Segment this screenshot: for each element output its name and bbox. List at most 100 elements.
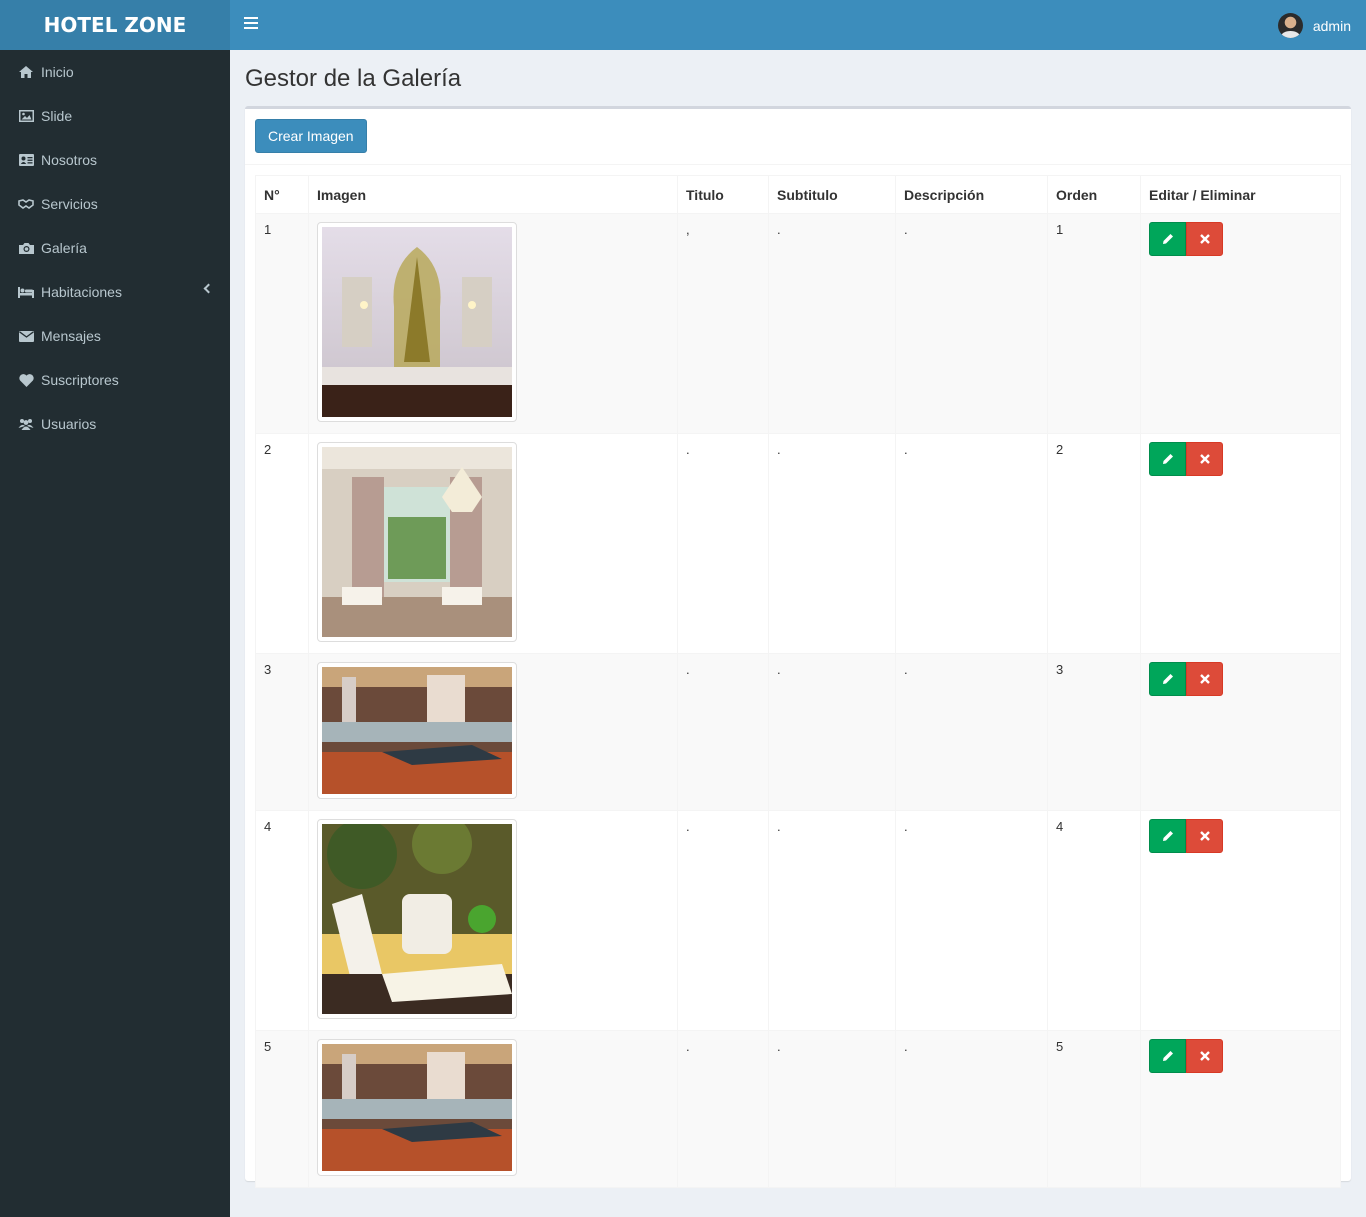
table-row: 2 . . . 2 xyxy=(255,433,1341,654)
cell-actions xyxy=(1140,810,1341,1031)
cell-title: . xyxy=(677,433,769,654)
table-row: 4 . . . 4 xyxy=(255,810,1341,1031)
sidebar-item-label: Inicio xyxy=(41,64,74,80)
cell-image xyxy=(308,433,678,654)
cell-actions xyxy=(1140,213,1341,434)
menu-toggle-icon[interactable] xyxy=(244,17,258,31)
cell-subtitle: . xyxy=(768,1030,896,1188)
sidebar-item-galeria[interactable]: Galería xyxy=(0,226,230,270)
delete-button[interactable] xyxy=(1186,819,1223,853)
close-icon xyxy=(1199,674,1210,684)
sidebar-item-usuarios[interactable]: Usuarios xyxy=(0,402,230,446)
cell-order: 5 xyxy=(1047,1030,1141,1188)
table-row: 5 . . . 5 xyxy=(255,1030,1341,1188)
edit-button[interactable] xyxy=(1149,222,1186,256)
cell-order: 4 xyxy=(1047,810,1141,1031)
gallery-box: Crear Imagen N° Imagen Titulo Subtitulo … xyxy=(245,106,1351,1188)
sidebar-item-mensajes[interactable]: Mensajes xyxy=(0,314,230,358)
cell-description: . xyxy=(895,1030,1048,1188)
cell-image xyxy=(308,1030,678,1188)
col-header-number: N° xyxy=(255,175,309,214)
box-header: Crear Imagen xyxy=(245,109,1351,165)
sidebar-item-label: Usuarios xyxy=(41,416,97,432)
handshake-icon xyxy=(18,197,34,211)
col-header-title: Titulo xyxy=(677,175,769,214)
gallery-image xyxy=(322,667,512,794)
col-header-order: Orden xyxy=(1047,175,1141,214)
cell-image xyxy=(308,213,678,434)
cell-description: . xyxy=(895,810,1048,1031)
col-header-actions: Editar / Eliminar xyxy=(1140,175,1341,214)
gallery-image xyxy=(322,447,512,637)
delete-button[interactable] xyxy=(1186,442,1223,476)
sidebar-item-servicios[interactable]: Servicios xyxy=(0,182,230,226)
sidebar-item-slide[interactable]: Slide xyxy=(0,94,230,138)
close-icon xyxy=(1199,831,1210,841)
user-name: admin xyxy=(1312,17,1351,34)
table-header-row: N° Imagen Titulo Subtitulo Descripción O… xyxy=(255,175,1341,214)
cell-image xyxy=(308,653,678,811)
pencil-icon xyxy=(1162,831,1173,841)
gallery-image xyxy=(322,824,512,1014)
cell-title: , xyxy=(677,213,769,434)
create-image-button[interactable]: Crear Imagen xyxy=(255,119,367,153)
pencil-icon xyxy=(1162,1051,1173,1061)
col-header-subtitle: Subtitulo xyxy=(768,175,896,214)
edit-button[interactable] xyxy=(1149,662,1186,696)
gallery-image xyxy=(322,1044,512,1171)
edit-button[interactable] xyxy=(1149,819,1186,853)
cell-title: . xyxy=(677,1030,769,1188)
sidebar-item-label: Suscriptores xyxy=(41,372,119,388)
user-menu[interactable]: admin xyxy=(1277,13,1351,38)
cell-description: . xyxy=(895,653,1048,811)
close-icon xyxy=(1199,1051,1210,1061)
cell-description: . xyxy=(895,433,1048,654)
gallery-thumbnail[interactable] xyxy=(317,222,517,422)
row-actions xyxy=(1149,1039,1332,1073)
row-actions xyxy=(1149,222,1332,256)
cell-actions xyxy=(1140,1030,1341,1188)
gallery-thumbnail[interactable] xyxy=(317,442,517,642)
users-icon xyxy=(18,417,34,431)
avatar xyxy=(1277,13,1303,38)
delete-button[interactable] xyxy=(1186,222,1223,256)
cell-number: 2 xyxy=(255,433,309,654)
edit-button[interactable] xyxy=(1149,1039,1186,1073)
id-card-icon xyxy=(18,153,34,167)
cell-number: 3 xyxy=(255,653,309,811)
pencil-icon xyxy=(1162,234,1173,244)
gallery-image xyxy=(322,227,512,417)
cell-order: 2 xyxy=(1047,433,1141,654)
chevron-left-icon xyxy=(203,283,214,294)
sidebar-item-nosotros[interactable]: Nosotros xyxy=(0,138,230,182)
cell-subtitle: . xyxy=(768,653,896,811)
gallery-thumbnail[interactable] xyxy=(317,662,517,799)
close-icon xyxy=(1199,454,1210,464)
gallery-table: N° Imagen Titulo Subtitulo Descripción O… xyxy=(255,175,1341,1188)
row-actions xyxy=(1149,662,1332,696)
delete-button[interactable] xyxy=(1186,662,1223,696)
sidebar-item-label: Mensajes xyxy=(41,328,101,344)
sidebar-item-inicio[interactable]: Inicio xyxy=(0,50,230,94)
sidebar-item-suscriptores[interactable]: Suscriptores xyxy=(0,358,230,402)
delete-button[interactable] xyxy=(1186,1039,1223,1073)
cell-subtitle: . xyxy=(768,433,896,654)
row-actions xyxy=(1149,819,1332,853)
sidebar: Inicio Slide Nosotros Servicios Galería … xyxy=(0,50,230,1217)
camera-icon xyxy=(18,241,34,255)
sidebar-item-label: Slide xyxy=(41,108,73,124)
edit-button[interactable] xyxy=(1149,442,1186,476)
sidebar-item-label: Servicios xyxy=(41,196,98,212)
pencil-icon xyxy=(1162,454,1173,464)
gallery-thumbnail[interactable] xyxy=(317,819,517,1019)
gallery-thumbnail[interactable] xyxy=(317,1039,517,1176)
sidebar-item-label: Galería xyxy=(41,240,87,256)
cell-order: 1 xyxy=(1047,213,1141,434)
home-icon xyxy=(18,65,34,79)
cell-subtitle: . xyxy=(768,810,896,1031)
sidebar-item-label: Habitaciones xyxy=(41,284,122,300)
brand-logo[interactable]: HOTEL ZONE xyxy=(0,0,230,50)
cell-order: 3 xyxy=(1047,653,1141,811)
sidebar-item-habitaciones[interactable]: Habitaciones xyxy=(0,270,230,314)
bed-icon xyxy=(18,285,34,299)
